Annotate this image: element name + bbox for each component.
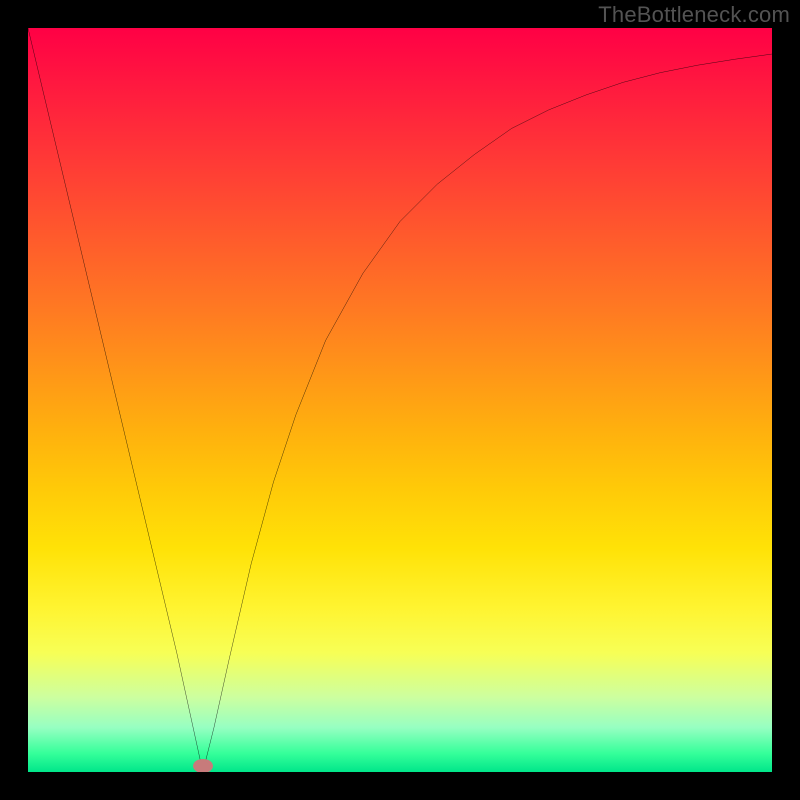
watermark-text: TheBottleneck.com <box>598 2 790 28</box>
optimal-point-marker <box>193 759 213 772</box>
bottleneck-curve <box>28 28 772 772</box>
chart-frame: TheBottleneck.com <box>0 0 800 800</box>
plot-area <box>28 28 772 772</box>
